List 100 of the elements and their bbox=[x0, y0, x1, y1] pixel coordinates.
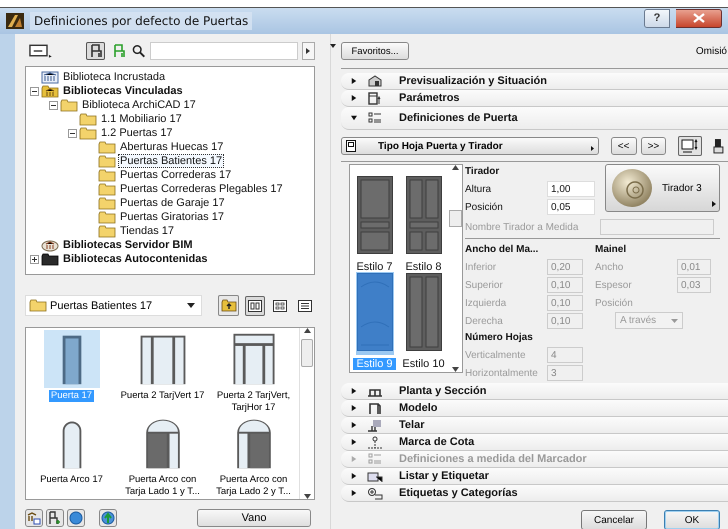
section-header[interactable]: Modelo bbox=[341, 400, 728, 417]
tree-item[interactable]: Biblioteca ArchiCAD 17 bbox=[80, 98, 198, 112]
door-style-label[interactable]: Estilo 10 bbox=[399, 358, 448, 370]
expand-arrow-icon[interactable] bbox=[351, 77, 357, 85]
tree-item[interactable]: Puertas de Garaje 17 bbox=[118, 196, 227, 210]
upload-button[interactable] bbox=[99, 508, 117, 526]
section-icon bbox=[367, 486, 383, 500]
section-header[interactable]: Definiciones de Puerta bbox=[341, 107, 728, 130]
tree-item[interactable]: Tiendas 17 bbox=[118, 224, 176, 238]
field-label: Inferior bbox=[465, 262, 498, 272]
dropdown-arrow-icon bbox=[671, 318, 678, 322]
input-field[interactable]: 0,05 bbox=[547, 199, 595, 215]
scroll-thumb[interactable] bbox=[301, 339, 313, 367]
folder-dropdown[interactable]: Puertas Batientes 17 bbox=[25, 295, 202, 316]
collapse-icon[interactable] bbox=[330, 44, 336, 48]
section-icon bbox=[367, 401, 383, 415]
scroll-up-icon[interactable] bbox=[452, 165, 458, 170]
next-page-button[interactable]: >> bbox=[640, 137, 666, 155]
previous-page-button[interactable]: << bbox=[610, 137, 637, 155]
tree-item[interactable]: Bibliotecas Vinculadas bbox=[61, 84, 185, 98]
expand-arrow-icon[interactable] bbox=[351, 438, 357, 446]
tree-item[interactable]: Aberturas Huecas 17 bbox=[118, 140, 226, 154]
object-label[interactable]: Puerta Arco con Tarja Lado 2 y T... bbox=[208, 474, 299, 498]
field-label: Verticalmente bbox=[465, 350, 527, 360]
dialog-button[interactable]: Cancelar bbox=[581, 510, 647, 529]
section-header[interactable]: Listar y Etiquetar bbox=[341, 468, 728, 485]
expand-arrow-icon[interactable] bbox=[351, 94, 357, 102]
defaults-label: Omisió bbox=[696, 46, 727, 56]
library-manager-button[interactable] bbox=[25, 508, 43, 526]
expand-arrow-icon[interactable] bbox=[351, 472, 357, 480]
scroll-up-icon[interactable] bbox=[304, 328, 310, 333]
section-header[interactable]: Planta y Sección bbox=[341, 383, 728, 400]
dialog-button[interactable]: OK bbox=[664, 510, 720, 529]
scroll-thumb[interactable] bbox=[448, 210, 462, 227]
object-label[interactable]: Puerta 2 TarjVert 17 bbox=[118, 390, 206, 402]
opening-button[interactable]: Vano bbox=[197, 508, 311, 526]
door-style-label[interactable]: Estilo 8 bbox=[402, 261, 445, 273]
tree-item[interactable]: Bibliotecas Autocontenidas bbox=[61, 252, 210, 266]
search-field[interactable] bbox=[150, 42, 298, 60]
library-filter-button[interactable] bbox=[86, 42, 106, 60]
expander-icon[interactable] bbox=[30, 86, 39, 96]
triangle-icon bbox=[306, 48, 310, 54]
tree-item[interactable]: Puertas Batientes 17 bbox=[118, 154, 224, 168]
section-header[interactable]: Etiquetas y Categorías bbox=[341, 485, 728, 502]
scroll-down-icon[interactable] bbox=[452, 367, 458, 372]
field-label: Posición bbox=[595, 298, 634, 308]
object-label[interactable]: Puerta Arco 17 bbox=[38, 474, 105, 486]
globe-upload-icon bbox=[101, 510, 115, 524]
tree-item[interactable]: Bibliotecas Servidor BIM bbox=[61, 238, 195, 252]
tree-item[interactable]: 1.2 Puertas 17 bbox=[99, 126, 175, 140]
expand-arrow-icon[interactable] bbox=[351, 114, 357, 122]
field-label: Ancho bbox=[595, 262, 624, 272]
scroll-down-icon[interactable] bbox=[304, 494, 310, 499]
field-label: Izquierda bbox=[465, 298, 508, 308]
folder-icon bbox=[98, 154, 116, 168]
handle-button[interactable]: Tirador 3 bbox=[605, 164, 720, 212]
expand-arrow-icon[interactable] bbox=[351, 489, 357, 497]
globe-button[interactable] bbox=[67, 508, 85, 526]
section-header[interactable]: Telar bbox=[341, 417, 728, 434]
expander-icon[interactable] bbox=[49, 100, 58, 110]
favorites-button[interactable]: Favoritos... bbox=[341, 42, 409, 60]
panel-menu-icon[interactable] bbox=[29, 44, 52, 58]
triangle-icon bbox=[712, 201, 716, 207]
help-button[interactable]: ? bbox=[644, 8, 670, 28]
expand-arrow-icon[interactable] bbox=[351, 404, 357, 412]
object-thumbnail[interactable] bbox=[44, 330, 100, 388]
expander-icon[interactable] bbox=[30, 254, 39, 264]
folder-icon bbox=[98, 168, 116, 182]
expander-icon[interactable] bbox=[68, 128, 77, 138]
expand-arrow-icon[interactable] bbox=[351, 387, 357, 395]
add-object-button[interactable] bbox=[46, 508, 64, 526]
library-icon bbox=[41, 70, 59, 84]
tree-item[interactable]: Puertas Correderas 17 bbox=[118, 168, 234, 182]
input-field[interactable]: 1,00 bbox=[547, 181, 595, 197]
section-header[interactable]: Parámetros bbox=[341, 90, 728, 107]
section-header[interactable]: Marca de Cota bbox=[341, 434, 728, 451]
tree-item[interactable]: Puertas Giratorias 17 bbox=[118, 210, 226, 224]
object-label[interactable]: Puerta 2 TarjVert, TarjHor 17 bbox=[208, 390, 299, 414]
tree-item[interactable]: Biblioteca Incrustada bbox=[61, 70, 168, 84]
size-button[interactable] bbox=[678, 136, 702, 156]
stamp-icon[interactable] bbox=[712, 138, 724, 154]
tree-item[interactable]: 1.1 Mobiliario 17 bbox=[99, 112, 184, 126]
expand-arrow-icon[interactable] bbox=[351, 421, 357, 429]
dark-folder-icon bbox=[41, 252, 59, 266]
view-mode-button[interactable] bbox=[245, 296, 265, 316]
object-label[interactable]: Puerta Arco con Tarja Lado 1 y T... bbox=[117, 474, 208, 498]
tree-item[interactable]: Puertas Correderas Plegables 17 bbox=[118, 182, 285, 196]
folder-icon bbox=[60, 98, 78, 112]
close-button[interactable] bbox=[676, 8, 722, 28]
scrollbar[interactable] bbox=[448, 165, 462, 372]
field-label: Posición bbox=[465, 202, 504, 212]
section-header[interactable]: Previsualización y Situación bbox=[341, 73, 728, 90]
page-selector[interactable]: Tipo Hoja Puerta y Tirador bbox=[341, 137, 599, 155]
search-options-button[interactable] bbox=[302, 42, 315, 60]
scrollbar[interactable] bbox=[299, 328, 314, 499]
folder-icon bbox=[98, 196, 116, 210]
door-style-label[interactable]: Estilo 7 bbox=[353, 261, 396, 273]
parent-folder-button[interactable] bbox=[218, 295, 240, 316]
section-icon bbox=[367, 435, 383, 449]
door-icon bbox=[346, 140, 356, 152]
